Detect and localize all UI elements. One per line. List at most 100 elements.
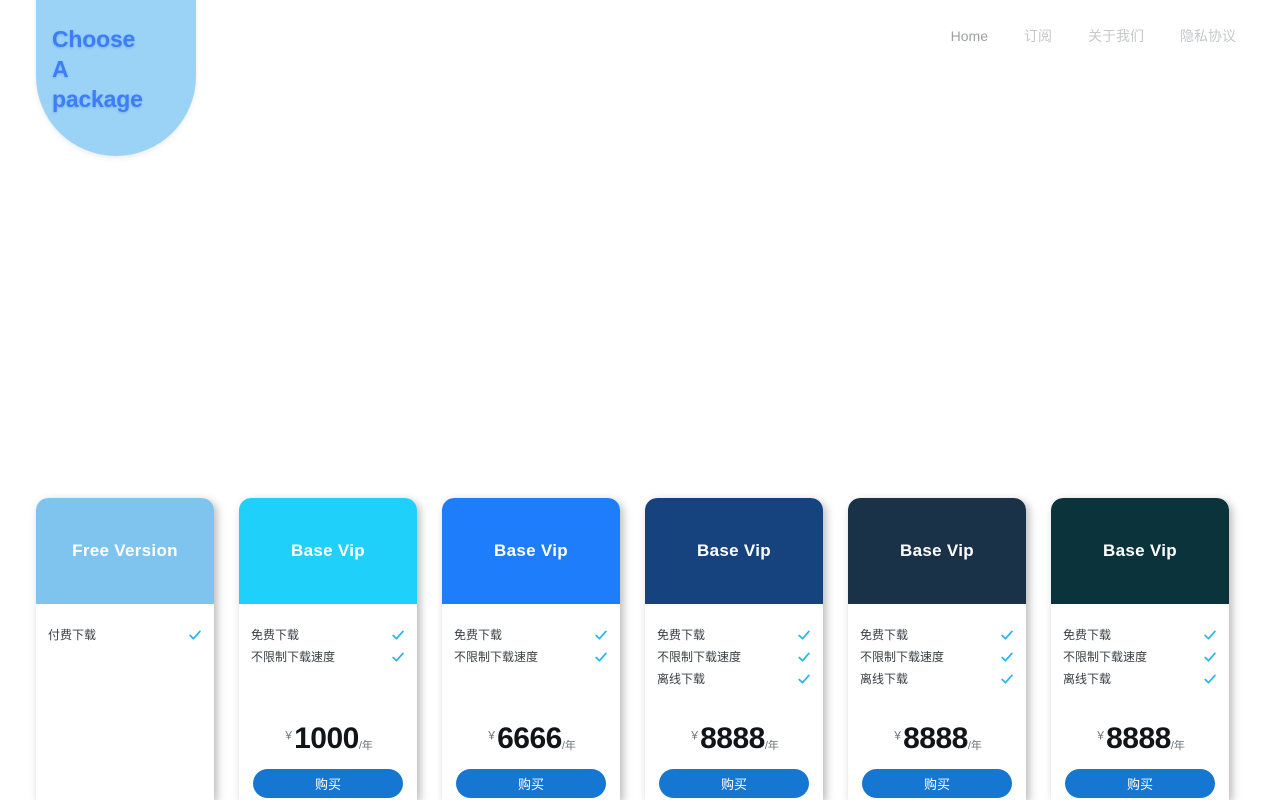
card-header: Base Vip [239, 498, 417, 604]
feature-row: 免费下载 [657, 624, 811, 646]
page-title: Choose A package [52, 26, 143, 112]
hero-banner: Choose A package [36, 0, 196, 156]
card-body: 免费下载不限制下载速度 ￥6666/年购买 [442, 604, 620, 800]
price-amount: 8888 [700, 722, 765, 755]
feature-row: 离线下载 [1063, 668, 1217, 690]
feature-row: 离线下载 [860, 668, 1014, 690]
price-block: ￥6666/年 [442, 722, 620, 756]
top-navigation: Home 订阅 关于我们 隐私协议 [951, 26, 1236, 46]
feature-row: 不限制下载速度 [1063, 646, 1217, 668]
buy-button[interactable]: 购买 [659, 769, 809, 798]
pricing-card: Base Vip 免费下载不限制下载速度 离线下载 ￥8888/年购买 [1051, 498, 1229, 800]
card-title: Free Version [72, 541, 178, 560]
feature-row: 离线下载 [657, 668, 811, 690]
nav-item-1[interactable]: Home [951, 28, 988, 44]
price-period: /年 [358, 740, 373, 752]
card-header: Base Vip [848, 498, 1026, 604]
price-amount: 8888 [1106, 722, 1171, 755]
check-icon [797, 628, 811, 642]
price-currency: ￥ [283, 730, 295, 742]
price-amount: 1000 [294, 722, 359, 755]
check-icon [594, 628, 608, 642]
card-body: 免费下载不限制下载速度离线下载 ￥8888/年购买 [645, 604, 823, 800]
price-period: /年 [1170, 740, 1185, 752]
card-title: Base Vip [291, 541, 365, 560]
check-icon [1203, 628, 1217, 642]
pricing-card: Base Vip 免费下载不限制下载速度 离线下载 ￥8888/年购买 [848, 498, 1026, 800]
pricing-card-row: Free Version 付费下载 Base Vip 免费下载 不限制下载速度 ￥1000… [36, 498, 1244, 800]
feature-row: 不限制下载速度 [657, 646, 811, 668]
feature-row: 不限制下载速度 [454, 646, 608, 668]
price-block: ￥8888/年 [645, 722, 823, 756]
price-period: /年 [561, 740, 576, 752]
feature-label: 离线下载 [1063, 672, 1112, 686]
feature-label: 不限制下载速度 [657, 650, 742, 664]
card-title: Base Vip [494, 541, 568, 560]
feature-label: 免费下载 [860, 628, 909, 642]
feature-row: 不限制下载速度 [251, 646, 405, 668]
buy-button[interactable]: 购买 [1065, 769, 1215, 798]
buy-button[interactable]: 购买 [456, 769, 606, 798]
check-icon [1203, 672, 1217, 686]
feature-row: 不限制下载速度 [860, 646, 1014, 668]
feature-row: 免费下载 [251, 624, 405, 646]
card-body: 免费下载不限制下载速度 离线下载 ￥8888/年购买 [848, 604, 1026, 800]
card-body: 付费下载 [36, 604, 214, 800]
check-icon [1203, 650, 1217, 664]
feature-list: 免费下载不限制下载速度 [251, 624, 405, 668]
card-title: Base Vip [900, 541, 974, 560]
card-body: 免费下载不限制下载速度 ￥1000/年购买 [239, 604, 417, 800]
feature-label: 离线下载 [860, 672, 909, 686]
check-icon [594, 650, 608, 664]
feature-list: 免费下载不限制下载速度 离线下载 [860, 624, 1014, 690]
feature-list: 免费下载不限制下载速度 离线下载 [1063, 624, 1217, 690]
check-icon [391, 650, 405, 664]
price-currency: ￥ [486, 730, 498, 742]
card-header: Base Vip [1051, 498, 1229, 604]
check-icon [1000, 672, 1014, 686]
card-header: Free Version [36, 498, 214, 604]
check-icon [797, 672, 811, 686]
pricing-card: Base Vip 免费下载不限制下载速度 ￥1000/年购买 [239, 498, 417, 800]
card-header: Base Vip [442, 498, 620, 604]
card-title: Base Vip [1103, 541, 1177, 560]
price-block: ￥1000/年 [239, 722, 417, 756]
feature-label: 不限制下载速度 [251, 650, 336, 664]
card-title: Base Vip [697, 541, 771, 560]
price-period: /年 [967, 740, 982, 752]
feature-label: 付费下载 [48, 628, 97, 642]
feature-label: 不限制下载速度 [454, 650, 539, 664]
nav-item-3[interactable]: 关于我们 [1088, 26, 1144, 46]
feature-label: 免费下载 [657, 628, 706, 642]
pricing-card: Base Vip 免费下载不限制下载速度 ￥6666/年购买 [442, 498, 620, 800]
price-currency: ￥ [1095, 730, 1107, 742]
price-currency: ￥ [892, 730, 904, 742]
pricing-card: Base Vip 免费下载不限制下载速度离线下载 ￥8888/年购买 [645, 498, 823, 800]
feature-row: 免费下载 [454, 624, 608, 646]
feature-list: 免费下载不限制下载速度离线下载 [657, 624, 811, 690]
check-icon [797, 650, 811, 664]
price-block: ￥8888/年 [1051, 722, 1229, 756]
feature-label: 免费下载 [251, 628, 300, 642]
nav-item-2[interactable]: 订阅 [1024, 26, 1052, 46]
pricing-card: Free Version 付费下载 [36, 498, 214, 800]
card-header: Base Vip [645, 498, 823, 604]
buy-button[interactable]: 购买 [253, 769, 403, 798]
price-currency: ￥ [689, 730, 701, 742]
price-amount: 8888 [903, 722, 968, 755]
pricing-page: Choose A package Home 订阅 关于我们 隐私协议 Free Ver… [0, 0, 1280, 800]
buy-button[interactable]: 购买 [862, 769, 1012, 798]
price-block: ￥8888/年 [848, 722, 1026, 756]
feature-label: 不限制下载速度 [1063, 650, 1148, 664]
card-body: 免费下载不限制下载速度 离线下载 ￥8888/年购买 [1051, 604, 1229, 800]
check-icon [188, 628, 202, 642]
feature-label: 不限制下载速度 [860, 650, 945, 664]
check-icon [391, 628, 405, 642]
feature-row: 免费下载 [1063, 624, 1217, 646]
nav-item-4[interactable]: 隐私协议 [1180, 26, 1236, 46]
check-icon [1000, 650, 1014, 664]
feature-label: 免费下载 [454, 628, 503, 642]
price-amount: 6666 [497, 722, 562, 755]
feature-row: 付费下载 [48, 624, 202, 646]
feature-row: 免费下载 [860, 624, 1014, 646]
